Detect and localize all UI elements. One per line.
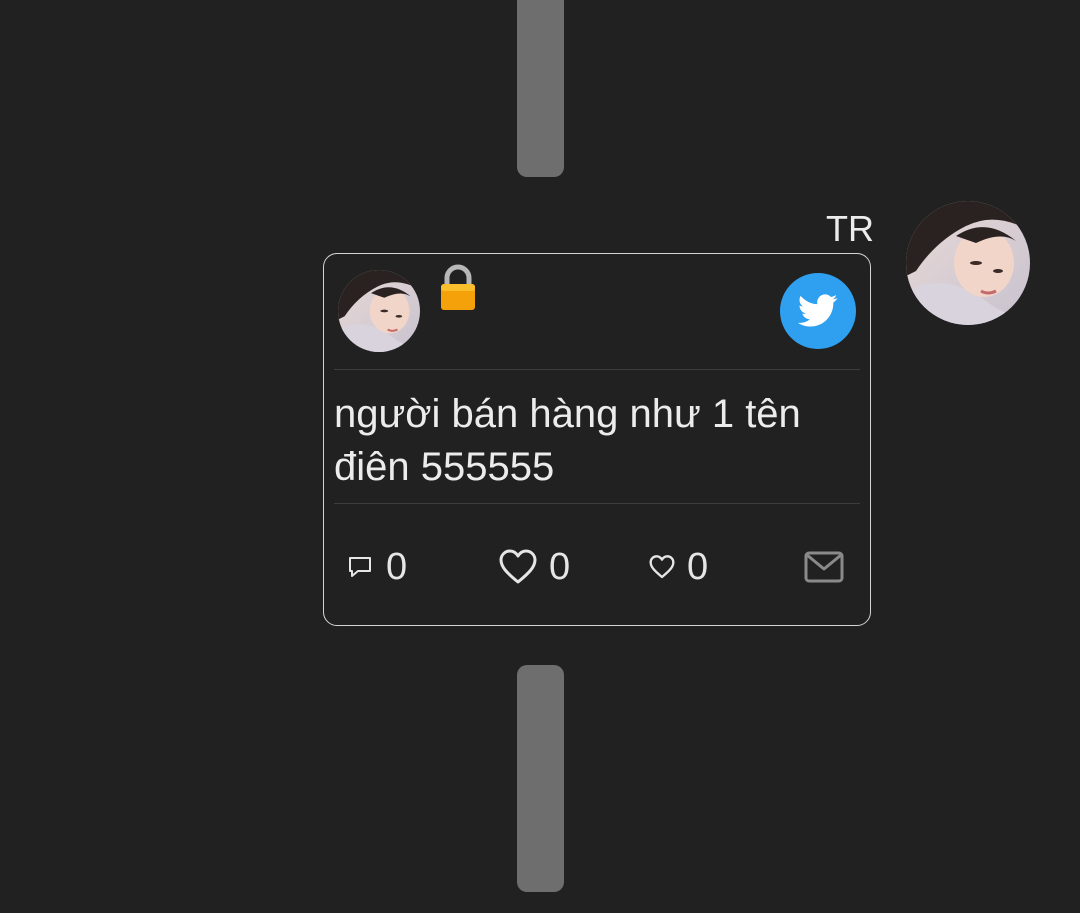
tweet-text-line: điên 555555: [334, 445, 555, 489]
tweet-text: người bán hàng như 1 tên điên 555555: [334, 388, 854, 494]
sender-name: TR: [826, 208, 874, 249]
chat-screen: TR người bán hàng như 1 tên điên 555555 …: [0, 0, 1080, 913]
message-button[interactable]: [804, 542, 844, 592]
reply-count: 0: [386, 546, 408, 588]
sender-avatar[interactable]: [906, 201, 1030, 325]
like-count: 0: [549, 546, 571, 588]
reply-button[interactable]: 0: [346, 542, 407, 592]
tweet-card[interactable]: người bán hàng như 1 tên điên 555555 0 0…: [323, 253, 871, 626]
small-like-count: 0: [687, 546, 709, 588]
comment-icon: [346, 553, 374, 581]
heart-icon: [499, 549, 537, 585]
tweet-author-avatar[interactable]: [338, 270, 420, 352]
lock-icon: [438, 264, 478, 312]
tweet-actions: 0 0 0: [324, 542, 870, 592]
small-like-button[interactable]: 0: [649, 542, 708, 592]
small-heart-icon: [649, 555, 675, 579]
scroll-handle-top[interactable]: [517, 0, 564, 177]
avatar-photo: [906, 201, 1030, 325]
avatar-photo: [338, 270, 420, 352]
like-button[interactable]: 0: [499, 542, 570, 592]
mail-icon: [804, 551, 844, 583]
scroll-handle-bottom[interactable]: [517, 665, 564, 892]
footer-divider: [334, 503, 860, 504]
tweet-text-line: người bán hàng như 1 tên: [334, 392, 801, 436]
twitter-bird-icon[interactable]: [780, 273, 856, 349]
header-divider: [334, 369, 860, 370]
